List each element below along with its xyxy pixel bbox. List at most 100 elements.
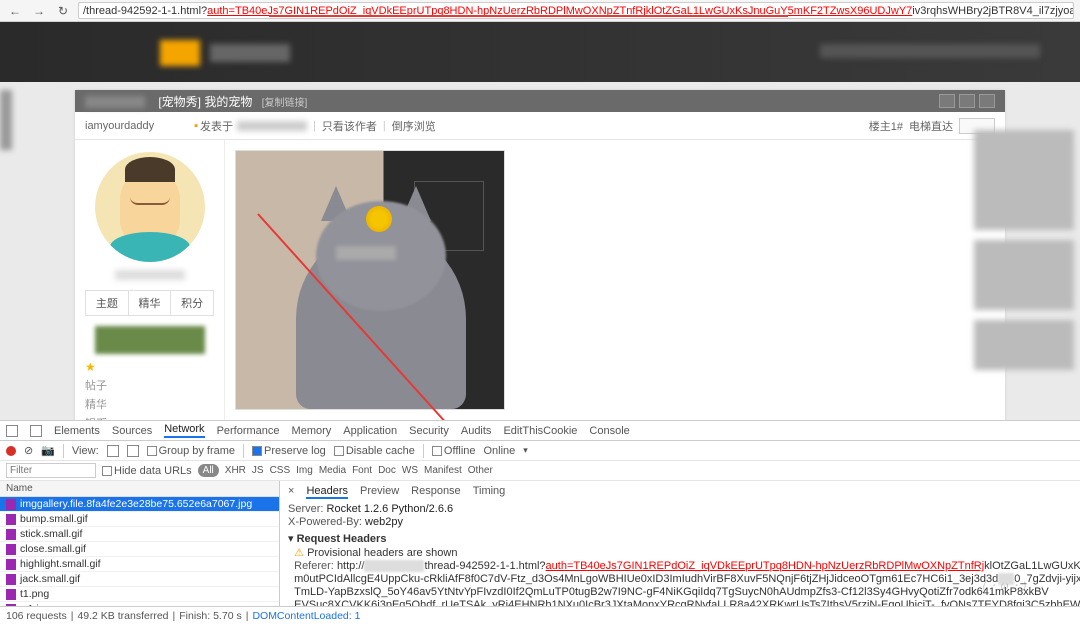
view-grid-icon[interactable] bbox=[127, 445, 139, 457]
filter-input[interactable] bbox=[6, 463, 96, 478]
request-row[interactable]: stick.small.gif bbox=[0, 527, 279, 542]
detail-tab-preview[interactable]: Preview bbox=[360, 485, 399, 499]
annotation-line bbox=[269, 15, 788, 17]
xpb-value: web2py bbox=[365, 516, 403, 528]
status-requests: 106 requests bbox=[6, 610, 67, 622]
ad-block bbox=[974, 240, 1074, 310]
floor-label: 楼主1# bbox=[869, 118, 903, 134]
forum-panel: [宠物秀] 我的宠物 [复制链接] iamyourdaddy ▪ 发表于 | 只… bbox=[75, 90, 1005, 462]
tab-topics[interactable]: 主题 bbox=[86, 291, 129, 315]
filter-ws[interactable]: WS bbox=[402, 465, 418, 476]
detail-tab-timing[interactable]: Timing bbox=[473, 485, 506, 499]
ad-block bbox=[974, 320, 1074, 370]
tab-application[interactable]: Application bbox=[343, 425, 397, 437]
right-ads bbox=[974, 130, 1074, 380]
xpb-key: X-Powered-By: bbox=[288, 516, 362, 528]
thread-category: [宠物秀] bbox=[158, 95, 201, 109]
request-row[interactable]: w1.jpg bbox=[0, 602, 279, 606]
only-author-link[interactable]: 只看该作者 bbox=[322, 118, 377, 134]
copy-link[interactable]: [复制链接] bbox=[262, 98, 308, 109]
group-by-frame-checkbox[interactable]: Group by frame bbox=[159, 445, 235, 457]
posted-label: 发表于 bbox=[200, 118, 233, 134]
filter-css[interactable]: CSS bbox=[270, 465, 291, 476]
warning-icon: ⚠ bbox=[294, 547, 304, 559]
server-key: Server: bbox=[288, 503, 323, 515]
tab-editthiscookie[interactable]: EditThisCookie bbox=[503, 425, 577, 437]
filter-media[interactable]: Media bbox=[319, 465, 346, 476]
post-meta-bar: iamyourdaddy ▪ 发表于 | 只看该作者 | 倒序浏览 楼主1# 电… bbox=[75, 112, 1005, 140]
capture-button[interactable]: 📷 bbox=[41, 444, 55, 457]
title-icon-1[interactable] bbox=[939, 94, 955, 108]
view-list-icon[interactable] bbox=[107, 445, 119, 457]
record-button[interactable] bbox=[6, 446, 16, 456]
preserve-log-checkbox[interactable]: Preserve log bbox=[264, 445, 326, 457]
filter-all[interactable]: All bbox=[198, 464, 219, 477]
referer-pre: http:// bbox=[337, 560, 365, 572]
thread-title: 我的宠物 bbox=[204, 95, 252, 109]
tab-performance[interactable]: Performance bbox=[217, 425, 280, 437]
status-transferred: 49.2 KB transferred bbox=[77, 610, 168, 622]
filter-js[interactable]: JS bbox=[252, 465, 264, 476]
network-toolbar: ⊘ 📷 View: Group by frame Preserve log Di… bbox=[0, 441, 1080, 461]
decorative-blur bbox=[0, 90, 12, 150]
inspect-icon[interactable] bbox=[6, 425, 18, 437]
elevator-label: 电梯直达 bbox=[909, 118, 953, 134]
tab-security[interactable]: Security bbox=[409, 425, 449, 437]
tab-points[interactable]: 积分 bbox=[171, 291, 213, 315]
back-button[interactable]: ← bbox=[6, 2, 24, 20]
filter-manifest[interactable]: Manifest bbox=[424, 465, 462, 476]
tab-memory[interactable]: Memory bbox=[292, 425, 332, 437]
referer-long2: TmLD-YapBzxslQ_5oY46av5YtNtvYpFIvzdI0If2… bbox=[294, 586, 1049, 598]
server-value: Rocket 1.2.6 Python/2.6.6 bbox=[327, 503, 454, 515]
url-post: iv3rqhsWHBry2jBTR8V4_il7zjyoan6Upm0utPCI… bbox=[912, 5, 1074, 17]
disable-cache-checkbox[interactable]: Disable cache bbox=[346, 445, 415, 457]
avatar[interactable] bbox=[95, 152, 205, 262]
stat-featured: 精华 bbox=[85, 396, 214, 412]
provisional-warning: Provisional headers are shown bbox=[307, 547, 457, 559]
filter-img[interactable]: Img bbox=[296, 465, 313, 476]
request-row[interactable]: bump.small.gif bbox=[0, 512, 279, 527]
user-icon: ▪ bbox=[194, 120, 198, 132]
reload-button[interactable]: ↻ bbox=[54, 2, 72, 20]
tab-console[interactable]: Console bbox=[589, 425, 629, 437]
hide-data-urls-checkbox[interactable]: Hide data URLs bbox=[114, 465, 192, 477]
referer-long3: EVSuc8XCVKK6i3pEq5Ohdf_rUeTSAk_yRi4EHNRb… bbox=[294, 599, 1080, 606]
tab-audits[interactable]: Audits bbox=[461, 425, 492, 437]
close-detail-icon[interactable]: × bbox=[288, 485, 294, 499]
request-row[interactable]: imggallery.file.8fa4fe2e3e28be75.652e6a7… bbox=[0, 497, 279, 512]
filter-doc[interactable]: Doc bbox=[378, 465, 396, 476]
device-icon[interactable] bbox=[30, 425, 42, 437]
signature-image bbox=[95, 326, 205, 354]
watermark: ( ･ ω ･ ) bbox=[940, 570, 1070, 598]
clear-button[interactable]: ⊘ bbox=[24, 444, 33, 457]
reverse-order-link[interactable]: 倒序浏览 bbox=[392, 118, 436, 134]
author-name[interactable]: iamyourdaddy bbox=[85, 120, 154, 132]
status-dom-loaded: DOMContentLoaded: 1 bbox=[252, 610, 360, 622]
name-column-header[interactable]: Name bbox=[0, 481, 279, 497]
filter-xhr[interactable]: XHR bbox=[225, 465, 246, 476]
devtools-tabs: Elements Sources Network Performance Mem… bbox=[0, 421, 1080, 441]
request-row[interactable]: jack.small.gif bbox=[0, 572, 279, 587]
star-icon: ★ bbox=[85, 360, 214, 374]
devtools-panel: Elements Sources Network Performance Mem… bbox=[0, 420, 1080, 624]
forward-button[interactable]: → bbox=[30, 2, 48, 20]
filter-font[interactable]: Font bbox=[352, 465, 372, 476]
offline-checkbox[interactable]: Offline bbox=[444, 445, 476, 457]
network-filter-row: Hide data URLs All XHR JS CSS Img Media … bbox=[0, 461, 1080, 481]
request-row[interactable]: t1.png bbox=[0, 587, 279, 602]
request-row[interactable]: close.small.gif bbox=[0, 542, 279, 557]
tab-network[interactable]: Network bbox=[164, 423, 204, 438]
detail-tab-response[interactable]: Response bbox=[411, 485, 461, 499]
tab-featured[interactable]: 精华 bbox=[129, 291, 172, 315]
request-headers-section[interactable]: Request Headers bbox=[297, 533, 387, 545]
title-icon-3[interactable] bbox=[979, 94, 995, 108]
attached-image[interactable] bbox=[235, 150, 505, 410]
url-pre: /thread-942592-1-1.html? bbox=[83, 5, 207, 17]
tab-elements[interactable]: Elements bbox=[54, 425, 100, 437]
filter-other[interactable]: Other bbox=[468, 465, 493, 476]
title-icon-2[interactable] bbox=[959, 94, 975, 108]
tab-sources[interactable]: Sources bbox=[112, 425, 152, 437]
detail-tab-headers[interactable]: Headers bbox=[306, 485, 348, 499]
online-select[interactable]: Online bbox=[484, 445, 516, 457]
request-row[interactable]: highlight.small.gif bbox=[0, 557, 279, 572]
